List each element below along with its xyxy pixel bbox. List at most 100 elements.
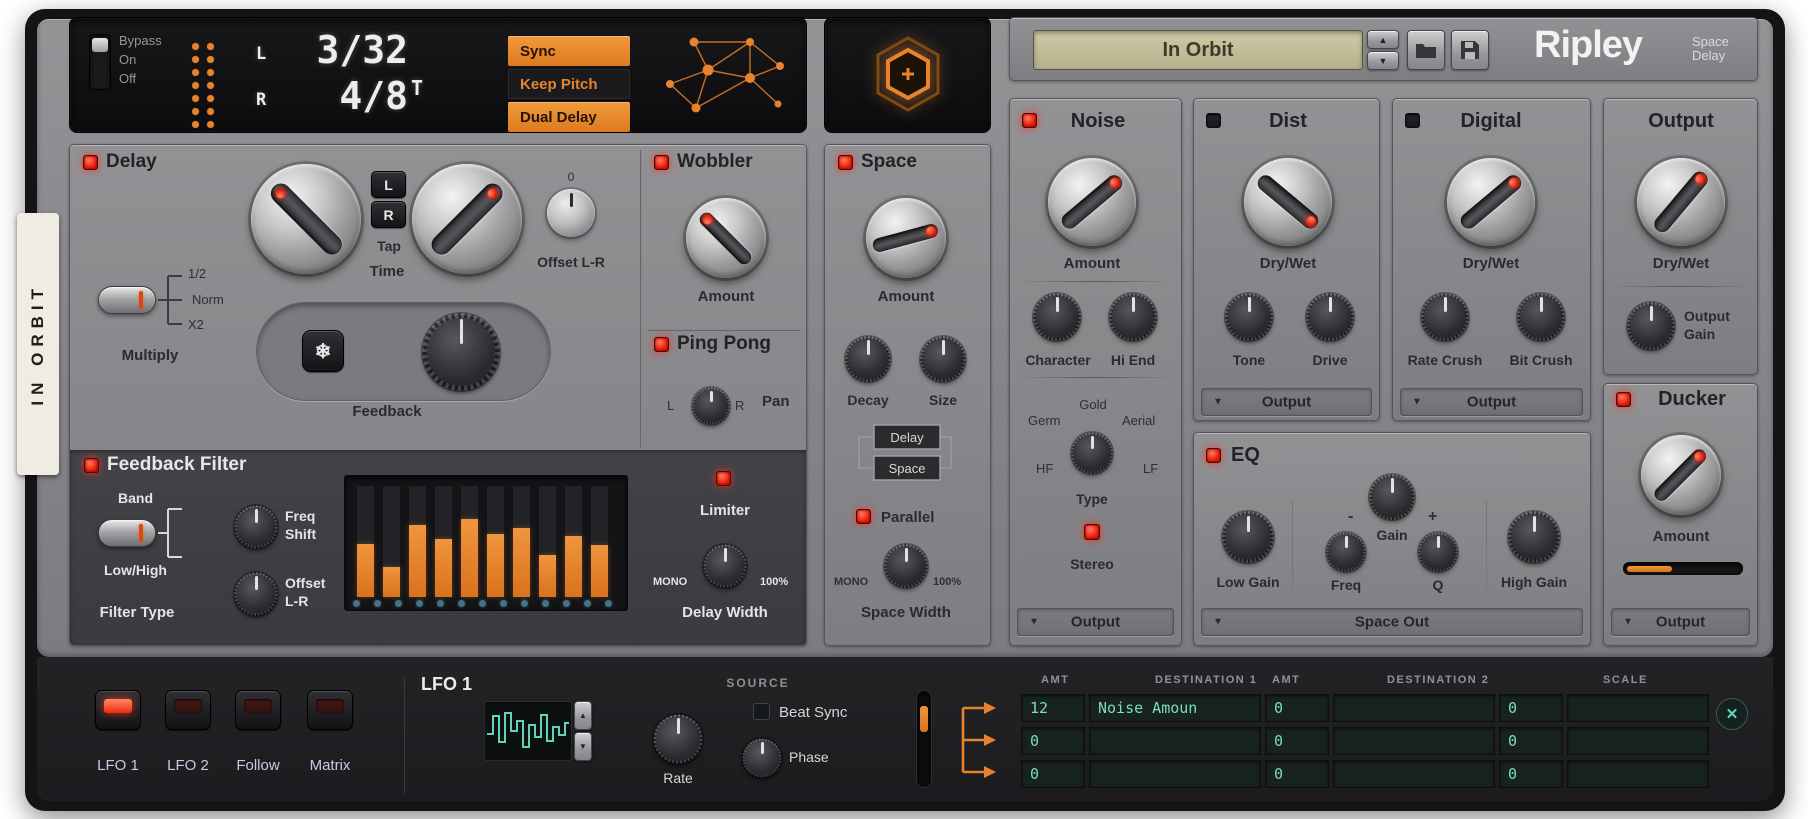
- pingpong-enable-led[interactable]: [654, 337, 669, 352]
- feedback-filter-enable-led[interactable]: [84, 458, 99, 473]
- matrix-cell[interactable]: [1333, 694, 1495, 722]
- delay-enable-led[interactable]: [83, 155, 98, 170]
- feedback-knob[interactable]: [423, 314, 499, 390]
- ducker-enable-led[interactable]: [1616, 392, 1631, 407]
- dist-drywet-knob[interactable]: [1244, 158, 1332, 246]
- tap-button[interactable]: Tap: [377, 238, 401, 254]
- preset-display[interactable]: In Orbit: [1033, 30, 1363, 70]
- offset-lr-knob[interactable]: [547, 189, 595, 237]
- matrix-close-button[interactable]: ✕: [1716, 698, 1748, 730]
- tab-lfo1-label[interactable]: LFO 1: [97, 757, 139, 774]
- bit-crush-knob[interactable]: [1518, 294, 1564, 340]
- mod-slider-handle[interactable]: [920, 706, 928, 732]
- routing-diagram[interactable]: Delay Space: [853, 423, 957, 487]
- tab-lfo2-label[interactable]: LFO 2: [167, 757, 209, 774]
- matrix-scale-cell[interactable]: [1567, 694, 1709, 722]
- hi-end-knob[interactable]: [1110, 294, 1156, 340]
- eq-enable-led[interactable]: [1206, 448, 1221, 463]
- lfo-waveform-display[interactable]: [484, 701, 572, 761]
- filter-spectrum-display[interactable]: [344, 475, 628, 611]
- stereo-led-button[interactable]: [1084, 524, 1100, 540]
- drive-knob[interactable]: [1307, 294, 1353, 340]
- output-gain-knob[interactable]: [1628, 303, 1674, 349]
- output-drywet-knob[interactable]: [1637, 158, 1725, 246]
- delay-time-right-knob[interactable]: [412, 164, 522, 274]
- eq-freq-knob[interactable]: [1327, 533, 1365, 571]
- multiply-switch[interactable]: [98, 286, 156, 314]
- matrix-cell[interactable]: [1333, 727, 1495, 755]
- matrix-cell[interactable]: 0: [1265, 760, 1329, 788]
- mod-amount-slider[interactable]: [916, 690, 932, 788]
- eq-space-out-selector[interactable]: ▼ Space Out: [1201, 608, 1583, 636]
- eq-gain-knob[interactable]: [1370, 475, 1414, 519]
- preset-up-button[interactable]: ▲: [1367, 30, 1399, 49]
- matrix-cell[interactable]: 0: [1499, 727, 1563, 755]
- bypass-switch-handle[interactable]: [92, 38, 108, 52]
- wobbler-amount-knob[interactable]: [686, 198, 766, 278]
- tab-lfo2[interactable]: [165, 690, 211, 730]
- dual-delay-button[interactable]: Dual Delay: [508, 102, 630, 132]
- tab-matrix-label[interactable]: Matrix: [310, 757, 351, 774]
- noise-amount-knob[interactable]: [1048, 158, 1136, 246]
- rate-crush-knob[interactable]: [1422, 294, 1468, 340]
- filter-offset-knob[interactable]: [235, 573, 277, 615]
- matrix-cell[interactable]: 0: [1021, 760, 1085, 788]
- parallel-led[interactable]: [856, 509, 871, 524]
- lfo-wave-up-button[interactable]: ▲: [574, 701, 592, 730]
- matrix-cell[interactable]: 0: [1021, 727, 1085, 755]
- filter-type-switch[interactable]: [98, 519, 156, 547]
- lfo-phase-knob[interactable]: [743, 739, 781, 777]
- matrix-cell[interactable]: 0: [1499, 760, 1563, 788]
- character-knob[interactable]: [1034, 294, 1080, 340]
- load-preset-button[interactable]: [1407, 30, 1445, 70]
- noise-output-selector[interactable]: ▼ Output: [1017, 608, 1174, 636]
- tab-lfo1[interactable]: [95, 690, 141, 730]
- matrix-cell[interactable]: 0: [1265, 694, 1329, 722]
- preset-down-button[interactable]: ▼: [1367, 51, 1399, 70]
- digital-enable-led[interactable]: [1405, 113, 1420, 128]
- limiter-led[interactable]: [716, 471, 731, 486]
- matrix-cell[interactable]: [1089, 727, 1261, 755]
- delay-time-left-knob[interactable]: [251, 164, 361, 274]
- matrix-cell[interactable]: Noise Amoun: [1089, 694, 1261, 722]
- space-width-knob[interactable]: [885, 545, 927, 587]
- ducker-output-selector[interactable]: ▼ Output: [1611, 608, 1750, 636]
- delay-link-r-button[interactable]: R: [371, 201, 406, 228]
- matrix-cell[interactable]: 12: [1021, 694, 1085, 722]
- ducker-threshold-slider[interactable]: [1623, 562, 1743, 575]
- matrix-cell[interactable]: 0: [1265, 727, 1329, 755]
- tab-follow-label[interactable]: Follow: [236, 757, 279, 774]
- wobbler-enable-led[interactable]: [654, 155, 669, 170]
- decay-knob[interactable]: [846, 337, 890, 381]
- digital-drywet-knob[interactable]: [1447, 158, 1535, 246]
- freeze-button[interactable]: ❄: [302, 330, 344, 372]
- lfo-wave-down-button[interactable]: ▼: [574, 732, 592, 761]
- space-enable-led[interactable]: [838, 155, 853, 170]
- digital-output-selector[interactable]: ▼ Output: [1400, 388, 1583, 416]
- matrix-scale-cell[interactable]: [1567, 760, 1709, 788]
- tab-matrix[interactable]: [307, 690, 353, 730]
- dist-enable-led[interactable]: [1206, 113, 1221, 128]
- beat-sync-checkbox[interactable]: [753, 703, 770, 720]
- tab-follow[interactable]: [235, 690, 281, 730]
- delay-width-knob[interactable]: [704, 545, 746, 587]
- noise-enable-led[interactable]: [1022, 113, 1037, 128]
- noise-type-knob[interactable]: [1072, 433, 1112, 473]
- sync-button[interactable]: Sync: [508, 36, 630, 66]
- tone-knob[interactable]: [1226, 294, 1272, 340]
- matrix-cell[interactable]: [1089, 760, 1261, 788]
- save-preset-button[interactable]: [1451, 30, 1489, 70]
- lfo-rate-knob[interactable]: [654, 715, 702, 763]
- high-gain-knob[interactable]: [1509, 512, 1559, 562]
- pan-knob[interactable]: [693, 388, 729, 424]
- eq-q-knob[interactable]: [1419, 533, 1457, 571]
- matrix-scale-cell[interactable]: [1567, 727, 1709, 755]
- freq-shift-knob[interactable]: [235, 506, 277, 548]
- matrix-cell[interactable]: 0: [1499, 694, 1563, 722]
- size-knob[interactable]: [921, 337, 965, 381]
- keep-pitch-button[interactable]: Keep Pitch: [508, 69, 630, 99]
- space-amount-knob[interactable]: [866, 198, 946, 278]
- delay-link-l-button[interactable]: L: [371, 171, 406, 198]
- matrix-cell[interactable]: [1333, 760, 1495, 788]
- ducker-amount-knob[interactable]: [1641, 435, 1721, 515]
